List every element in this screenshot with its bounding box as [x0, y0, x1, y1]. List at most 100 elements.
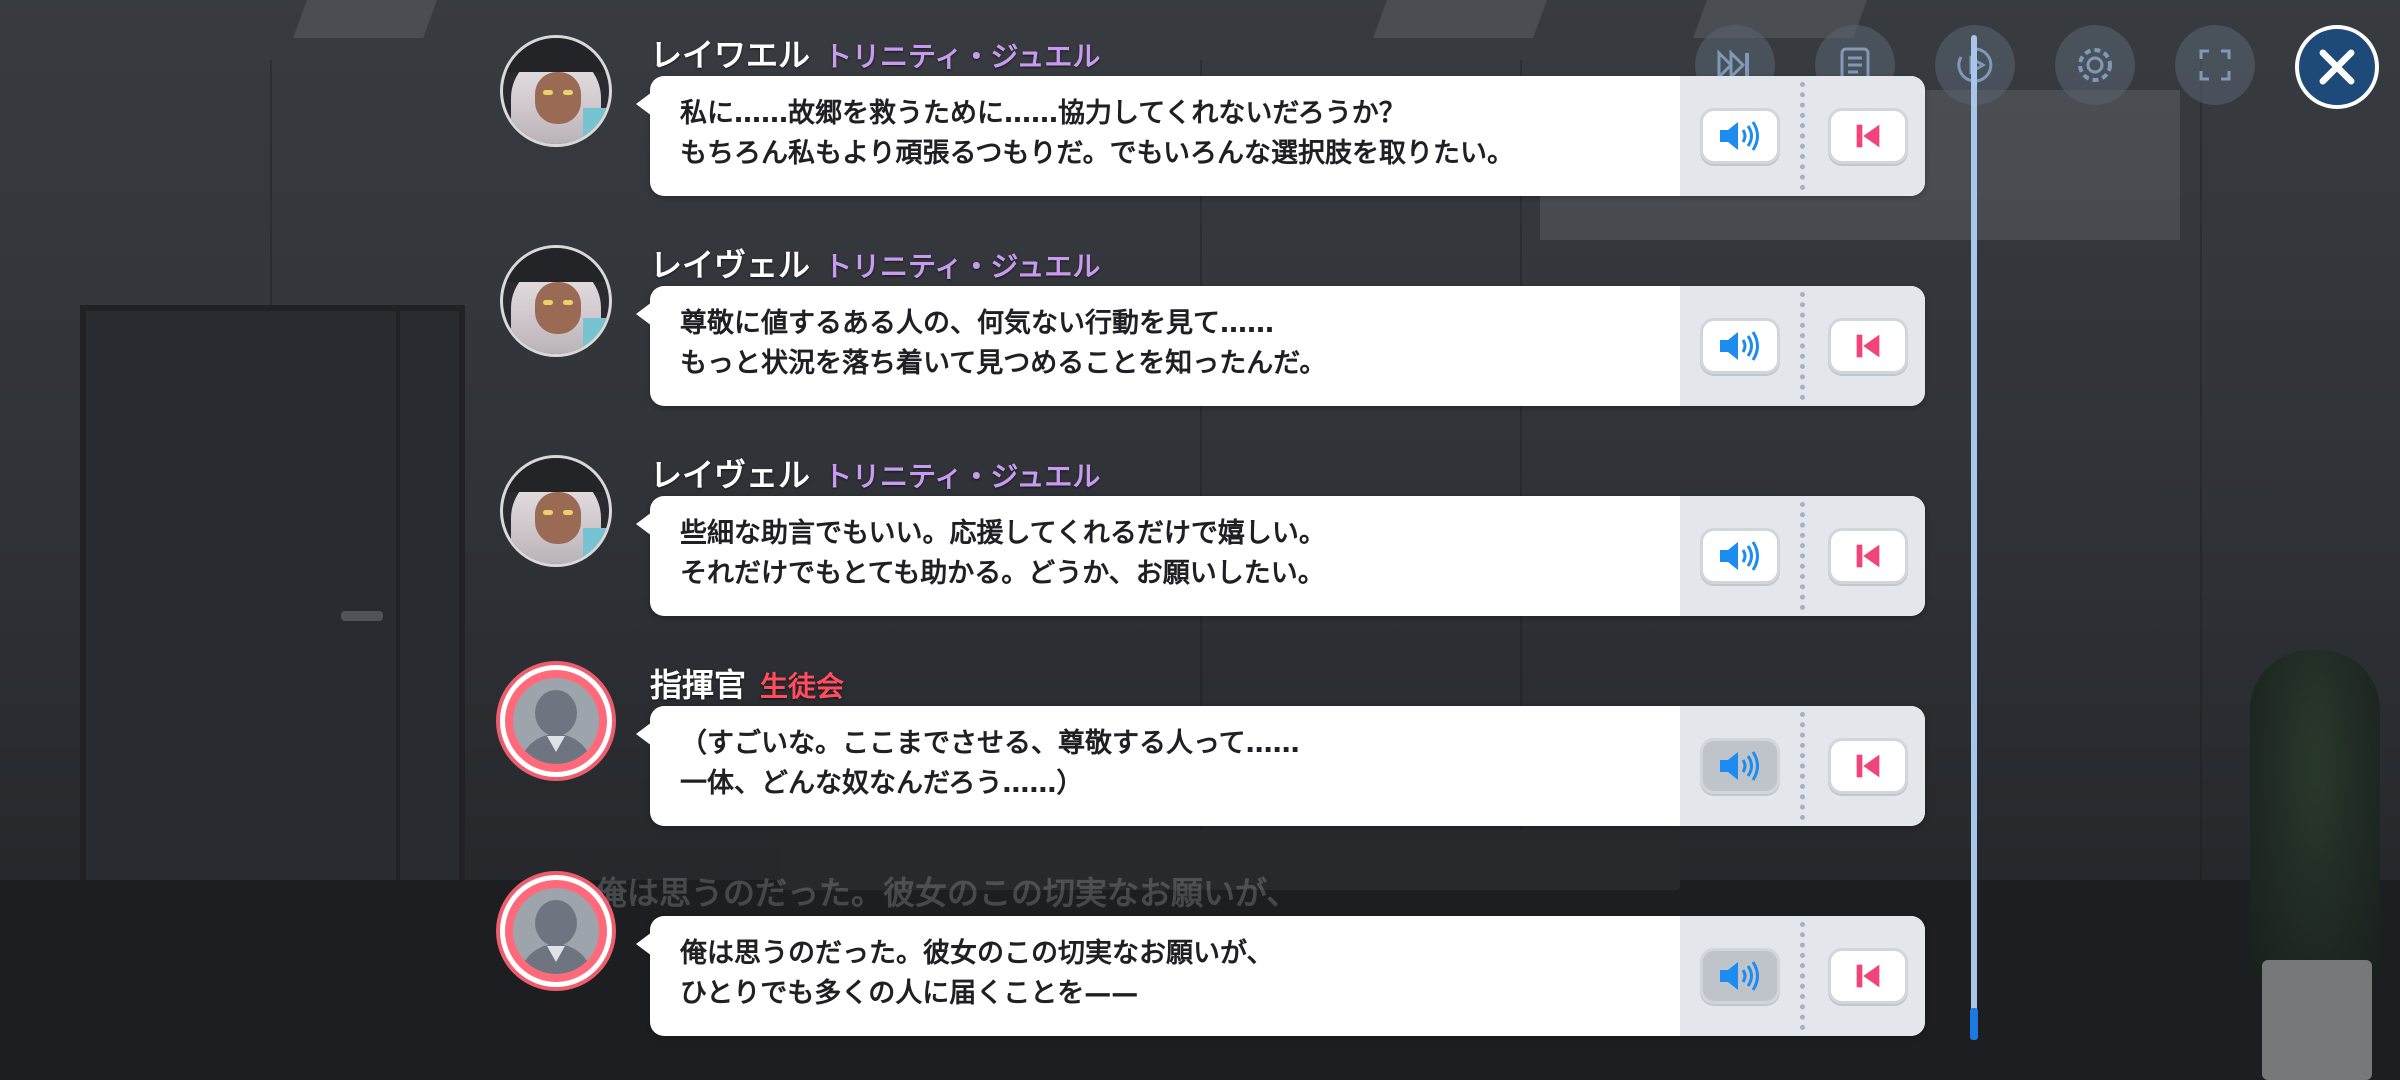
- play-voice-button[interactable]: [1700, 738, 1780, 794]
- dialogue-line: 尊敬に値するある人の、何気ない行動を見て……: [680, 308, 1274, 339]
- speaker-icon: [1720, 961, 1759, 991]
- controls-divider: [1800, 502, 1805, 610]
- dialogue-line: 私に……故郷を救うために……協力してくれないだろうか？: [680, 98, 1406, 129]
- avatar-background: [583, 318, 609, 354]
- speaker-affiliation: 生徒会: [760, 670, 845, 703]
- speaker-name-text: 指揮官: [650, 666, 747, 704]
- close-icon: [2319, 49, 2355, 85]
- dialogue-line: もちろん私もより頑張るつもりだ。でもいろんな選択肢を取りたい。: [680, 138, 1515, 169]
- dialogue-bubble: 俺は思うのだった。彼女のこの切実なお願いが、 ひとりでも多くの人に届くことを——: [636, 916, 1925, 1036]
- avatar-face: [535, 282, 581, 334]
- silhouette-head: [535, 900, 577, 946]
- dialogue-text: （すごいな。ここまでさせる、尊敬する人って…… 一体、どんな奴なんだろう……）: [680, 724, 1680, 804]
- speaker-avatar: [500, 245, 612, 357]
- speaker-name: [650, 870, 664, 908]
- log-entry: 指揮官 生徒会 （すごいな。ここまでさせる、尊敬する人って…… 一体、どんな奴なん…: [495, 660, 1955, 860]
- rewind-to-line-button[interactable]: [1828, 528, 1908, 584]
- dialogue-line: もっと状況を落ち着いて見つめることを知ったんだ。: [680, 348, 1327, 379]
- fullscreen-button[interactable]: [2175, 25, 2255, 105]
- dialogue-text: 尊敬に値するある人の、何気ない行動を見て…… もっと状況を落ち着いて見つめること…: [680, 304, 1680, 384]
- avatar-eye: [543, 510, 553, 515]
- speaker-affiliation: トリニティ・ジュエル: [824, 40, 1101, 73]
- dialogue-text: 私に……故郷を救うために……協力してくれないだろうか？ もちろん私もより頑張るつ…: [680, 94, 1680, 174]
- rewind-to-line-button[interactable]: [1828, 108, 1908, 164]
- dialogue-line: 些細な助言でもいい。応援してくれるだけで嬉しい。: [680, 518, 1326, 549]
- close-button[interactable]: [2295, 25, 2379, 109]
- avatar-cap: [503, 458, 609, 492]
- avatar-eye: [543, 300, 553, 305]
- rewind-to-line-button[interactable]: [1828, 948, 1908, 1004]
- avatar-eye: [563, 300, 573, 305]
- log-entry: レイヴェル トリニティ・ジュエル 些細な助言でもいい。応援してくれるだけで嬉しい。…: [495, 450, 1955, 650]
- dialogue-line: ひとりでも多くの人に届くことを——: [680, 978, 1139, 1009]
- controls-divider: [1800, 922, 1805, 1030]
- rewind-icon: [1856, 964, 1880, 988]
- dialogue-line: 一体、どんな奴なんだろう……）: [680, 768, 1084, 799]
- speaker-affiliation: トリニティ・ジュエル: [824, 460, 1101, 493]
- entry-controls: [1680, 496, 1925, 616]
- rewind-icon: [1856, 544, 1880, 568]
- dialogue-log: レイワエル トリニティ・ジュエル 私に……故郷を救うために……協力してくれないだろ…: [495, 30, 1978, 1040]
- speaker-avatar: [500, 455, 612, 567]
- log-entry: レイワエル トリニティ・ジュエル 私に……故郷を救うために……協力してくれないだろ…: [495, 30, 1955, 230]
- speaker-icon: [1720, 541, 1759, 571]
- dialogue-line: （すごいな。ここまでさせる、尊敬する人って……: [680, 728, 1300, 759]
- dialogue-bubble: 些細な助言でもいい。応援してくれるだけで嬉しい。 それだけでもとても助かる。どう…: [636, 496, 1925, 616]
- speaker-name: レイワエル トリニティ・ジュエル: [650, 30, 1100, 76]
- speaker-icon: [1720, 121, 1759, 151]
- controls-divider: [1800, 712, 1805, 820]
- controls-divider: [1800, 82, 1805, 190]
- avatar-cap: [503, 248, 609, 282]
- dialogue-text: 些細な助言でもいい。応援してくれるだけで嬉しい。 それだけでもとても助かる。どう…: [680, 514, 1680, 594]
- scrollbar-track[interactable]: [1971, 35, 1977, 1040]
- settings-button[interactable]: [2055, 25, 2135, 105]
- fullscreen-icon: [2199, 49, 2231, 81]
- entry-controls: [1680, 286, 1925, 406]
- commander-silhouette: [513, 678, 599, 764]
- play-voice-button[interactable]: [1700, 318, 1780, 374]
- scrollbar-thumb[interactable]: [1970, 1008, 1978, 1040]
- speaker-name-text: レイヴェル: [650, 456, 811, 494]
- avatar-background: [583, 528, 609, 564]
- dialogue-bubble: 私に……故郷を救うために……協力してくれないだろうか？ もちろん私もより頑張るつ…: [636, 76, 1925, 196]
- rewind-icon: [1856, 124, 1880, 148]
- dialogue-text: 俺は思うのだった。彼女のこの切実なお願いが、 ひとりでも多くの人に届くことを——: [680, 934, 1680, 1014]
- controls-divider: [1800, 292, 1805, 400]
- speaker-name-text: レイヴェル: [650, 246, 811, 284]
- speaker-icon: [1720, 751, 1759, 781]
- speaker-icon: [1720, 331, 1759, 361]
- avatar-cap: [503, 38, 609, 72]
- dialogue-line: 俺は思うのだった。彼女のこの切実なお願いが、: [680, 938, 1274, 969]
- speaker-avatar: [500, 35, 612, 147]
- speaker-affiliation: トリニティ・ジュエル: [824, 250, 1101, 283]
- avatar-eye: [563, 510, 573, 515]
- avatar-face: [535, 72, 581, 124]
- speaker-name-text: レイワエル: [650, 36, 811, 74]
- dialogue-bubble: 尊敬に値するある人の、何気ない行動を見て…… もっと状況を落ち着いて見つめること…: [636, 286, 1925, 406]
- entry-controls: [1680, 916, 1925, 1036]
- speaker-avatar: [500, 665, 612, 777]
- avatar-eye: [543, 90, 553, 95]
- rewind-to-line-button[interactable]: [1828, 738, 1908, 794]
- speaker-name: レイヴェル トリニティ・ジュエル: [650, 450, 1100, 496]
- entry-controls: [1680, 706, 1925, 826]
- avatar-background: [583, 108, 609, 144]
- dialogue-bubble: （すごいな。ここまでさせる、尊敬する人って…… 一体、どんな奴なんだろう……）: [636, 706, 1925, 826]
- speaker-name: 指揮官 生徒会: [650, 660, 844, 706]
- play-voice-button[interactable]: [1700, 108, 1780, 164]
- log-entry: レイヴェル トリニティ・ジュエル 尊敬に値するある人の、何気ない行動を見て…… も…: [495, 240, 1955, 440]
- entry-controls: [1680, 76, 1925, 196]
- settings-icon: [2078, 48, 2112, 82]
- avatar-eye: [563, 90, 573, 95]
- rewind-icon: [1856, 334, 1880, 358]
- rewind-to-line-button[interactable]: [1828, 318, 1908, 374]
- speaker-name: レイヴェル トリニティ・ジュエル: [650, 240, 1100, 286]
- commander-silhouette: [513, 888, 599, 974]
- speaker-avatar: [500, 875, 612, 987]
- play-voice-button[interactable]: [1700, 528, 1780, 584]
- play-voice-button[interactable]: [1700, 948, 1780, 1004]
- rewind-icon: [1856, 754, 1880, 778]
- avatar-face: [535, 492, 581, 544]
- silhouette-head: [535, 690, 577, 736]
- dialogue-line: それだけでもとても助かる。どうか、お願いしたい。: [680, 558, 1325, 589]
